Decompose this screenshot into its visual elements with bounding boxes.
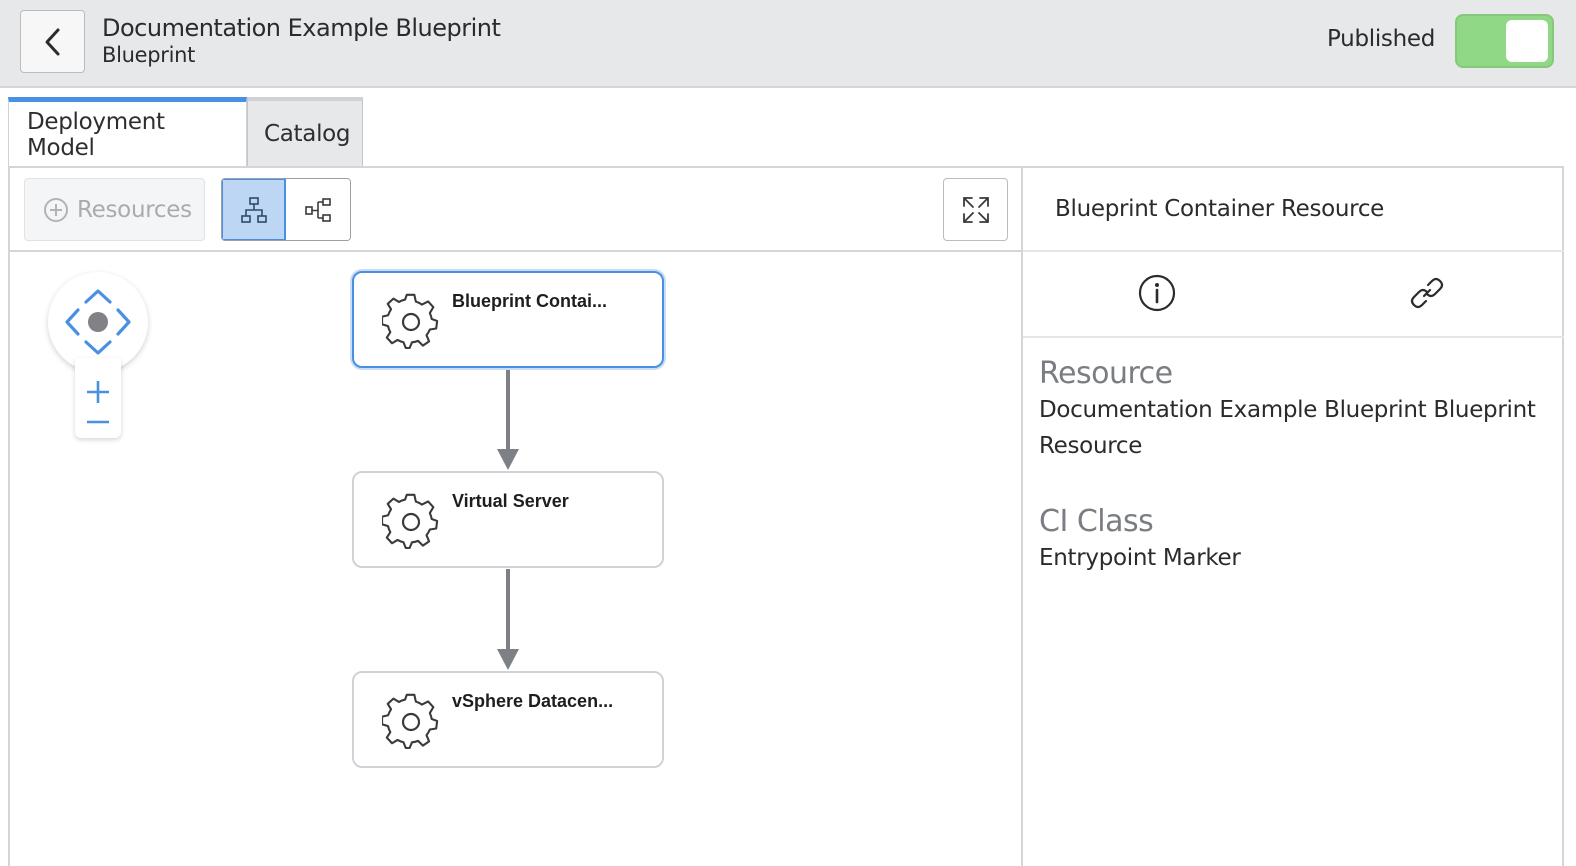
page-header: Documentation Example Blueprint Blueprin…	[0, 0, 1576, 88]
toggle-knob	[1506, 20, 1548, 62]
panel-title: Blueprint Container Resource	[1055, 196, 1385, 222]
info-tab-button[interactable]	[1136, 272, 1178, 314]
node-label: Virtual Server	[452, 491, 569, 511]
panel-divider	[1023, 336, 1564, 338]
canvas-panel: Resources Blueprint Contai... Virtual Se…	[8, 166, 1022, 866]
panel-divider	[1023, 250, 1564, 252]
gear-icon	[382, 693, 439, 750]
edge-container-to-server	[497, 369, 519, 470]
gear-icon	[382, 493, 439, 550]
chevron-left-icon	[45, 28, 59, 55]
ci-class-field-value: Entrypoint Marker	[1039, 545, 1241, 571]
node-label: vSphere Datacen...	[452, 691, 614, 711]
info-icon	[1138, 274, 1176, 312]
tab-deployment-model[interactable]: Deployment Model	[8, 97, 247, 167]
page-subtitle: Blueprint	[102, 43, 196, 67]
properties-panel: Blueprint Container Resource Resource Do…	[1021, 166, 1564, 866]
resource-field-value: Documentation Example Blueprint Blueprin…	[1039, 397, 1536, 459]
published-label: Published	[1327, 26, 1436, 52]
edge-server-to-datacenter	[497, 569, 519, 670]
node-blueprint-container[interactable]: Blueprint Contai...	[352, 271, 664, 368]
link-icon	[1410, 277, 1444, 309]
tab-catalog[interactable]: Catalog	[247, 97, 363, 167]
title-block: Documentation Example Blueprint Blueprin…	[102, 14, 501, 67]
published-toggle[interactable]	[1455, 14, 1554, 68]
tab-bar: Deployment Model Catalog	[8, 97, 363, 167]
node-virtual-server[interactable]: Virtual Server	[352, 471, 664, 568]
node-vsphere-datacenter[interactable]: vSphere Datacen...	[352, 671, 664, 768]
gear-icon	[382, 293, 439, 350]
node-label: Blueprint Contai...	[452, 291, 607, 311]
ci-class-field-label: CI Class	[1039, 504, 1154, 539]
back-button[interactable]	[20, 10, 85, 73]
page-title: Documentation Example Blueprint	[102, 14, 501, 42]
resource-field-label: Resource	[1039, 356, 1173, 391]
links-tab-button[interactable]	[1406, 272, 1448, 314]
